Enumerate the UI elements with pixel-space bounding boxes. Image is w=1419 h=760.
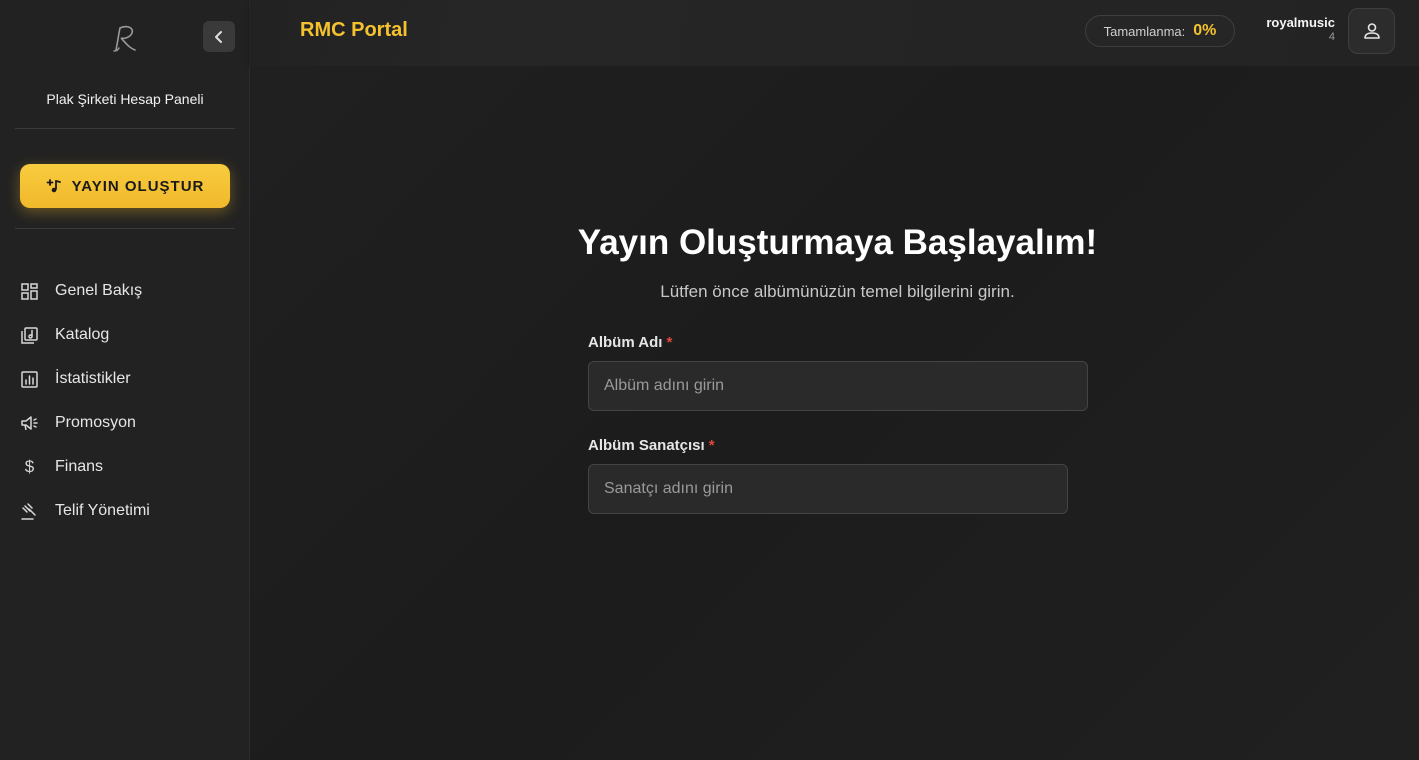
- required-mark: *: [708, 437, 715, 454]
- music-library-icon: [21, 326, 38, 344]
- sidebar-divider: [15, 228, 235, 229]
- sidebar-divider: [15, 128, 235, 129]
- page-title: Yayın Oluşturmaya Başlayalım!: [577, 223, 1098, 262]
- completion-label: Tamamlanma:: [1103, 23, 1186, 39]
- create-release-label: YAYIN OLUŞTUR: [71, 177, 205, 195]
- sidebar-item-label: Katalog: [55, 326, 110, 343]
- user-info: royalmusic 4: [1266, 16, 1335, 44]
- album-name-input[interactable]: [588, 361, 1088, 411]
- megaphone-icon: [21, 415, 38, 432]
- grid-icon: [21, 282, 38, 300]
- chevron-left-icon: [212, 30, 226, 44]
- sidebar-item-statistics[interactable]: İstatistikler: [0, 357, 250, 401]
- album-name-label: Albüm Adı *: [588, 334, 672, 351]
- sidebar-item-catalog[interactable]: Katalog: [0, 313, 250, 357]
- user-icon: [1362, 21, 1382, 41]
- album-artist-input[interactable]: [588, 464, 1068, 514]
- page-subtitle: Lütfen önce albümünüzün temel bilgilerin…: [660, 282, 1015, 301]
- sidebar-item-label: Finans: [55, 458, 104, 475]
- completion-value: 0%: [1193, 22, 1217, 39]
- sidebar-item-label: Promosyon: [55, 414, 136, 431]
- sidebar-item-label: İstatistikler: [55, 370, 131, 387]
- dollar-icon: $: [24, 457, 35, 476]
- music-plus-icon: [46, 178, 62, 194]
- gavel-icon: [21, 502, 38, 520]
- required-mark: *: [666, 334, 673, 351]
- sidebar: Plak Şirketi Hesap Paneli YAYIN OLUŞTUR …: [0, 0, 250, 760]
- collapse-sidebar-button[interactable]: [203, 21, 235, 52]
- sidebar-item-label: Genel Bakış: [55, 282, 143, 299]
- brand-title: RMC Portal: [300, 19, 408, 41]
- main-content: Yayın Oluşturmaya Başlayalım! Lütfen önc…: [250, 66, 1419, 760]
- completion-badge: Tamamlanma: 0%: [1085, 15, 1235, 47]
- sidebar-item-copyright[interactable]: Telif Yönetimi: [0, 489, 250, 533]
- sidebar-nav: Genel Bakış Katalog İstatistikler Promos…: [0, 269, 250, 533]
- sidebar-item-promotion[interactable]: Promosyon: [0, 401, 250, 445]
- field-label-text: Albüm Adı: [588, 334, 663, 351]
- user-count: 4: [1328, 31, 1335, 43]
- bar-chart-icon: [21, 370, 38, 388]
- sidebar-item-finance[interactable]: $ Finans: [0, 445, 250, 489]
- user-menu-button[interactable]: [1348, 8, 1395, 54]
- username: royalmusic: [1266, 15, 1335, 30]
- sidebar-item-label: Telif Yönetimi: [55, 502, 150, 519]
- panel-title: Plak Şirketi Hesap Paneli: [46, 91, 204, 107]
- album-artist-label: Albüm Sanatçısı *: [588, 437, 715, 454]
- sidebar-item-overview[interactable]: Genel Bakış: [0, 269, 250, 313]
- logo-icon: [110, 20, 140, 58]
- top-header: RMC Portal Tamamlanma: 0% royalmusic 4: [250, 0, 1419, 66]
- create-release-button[interactable]: YAYIN OLUŞTUR: [20, 164, 230, 208]
- field-label-text: Albüm Sanatçısı: [588, 437, 705, 454]
